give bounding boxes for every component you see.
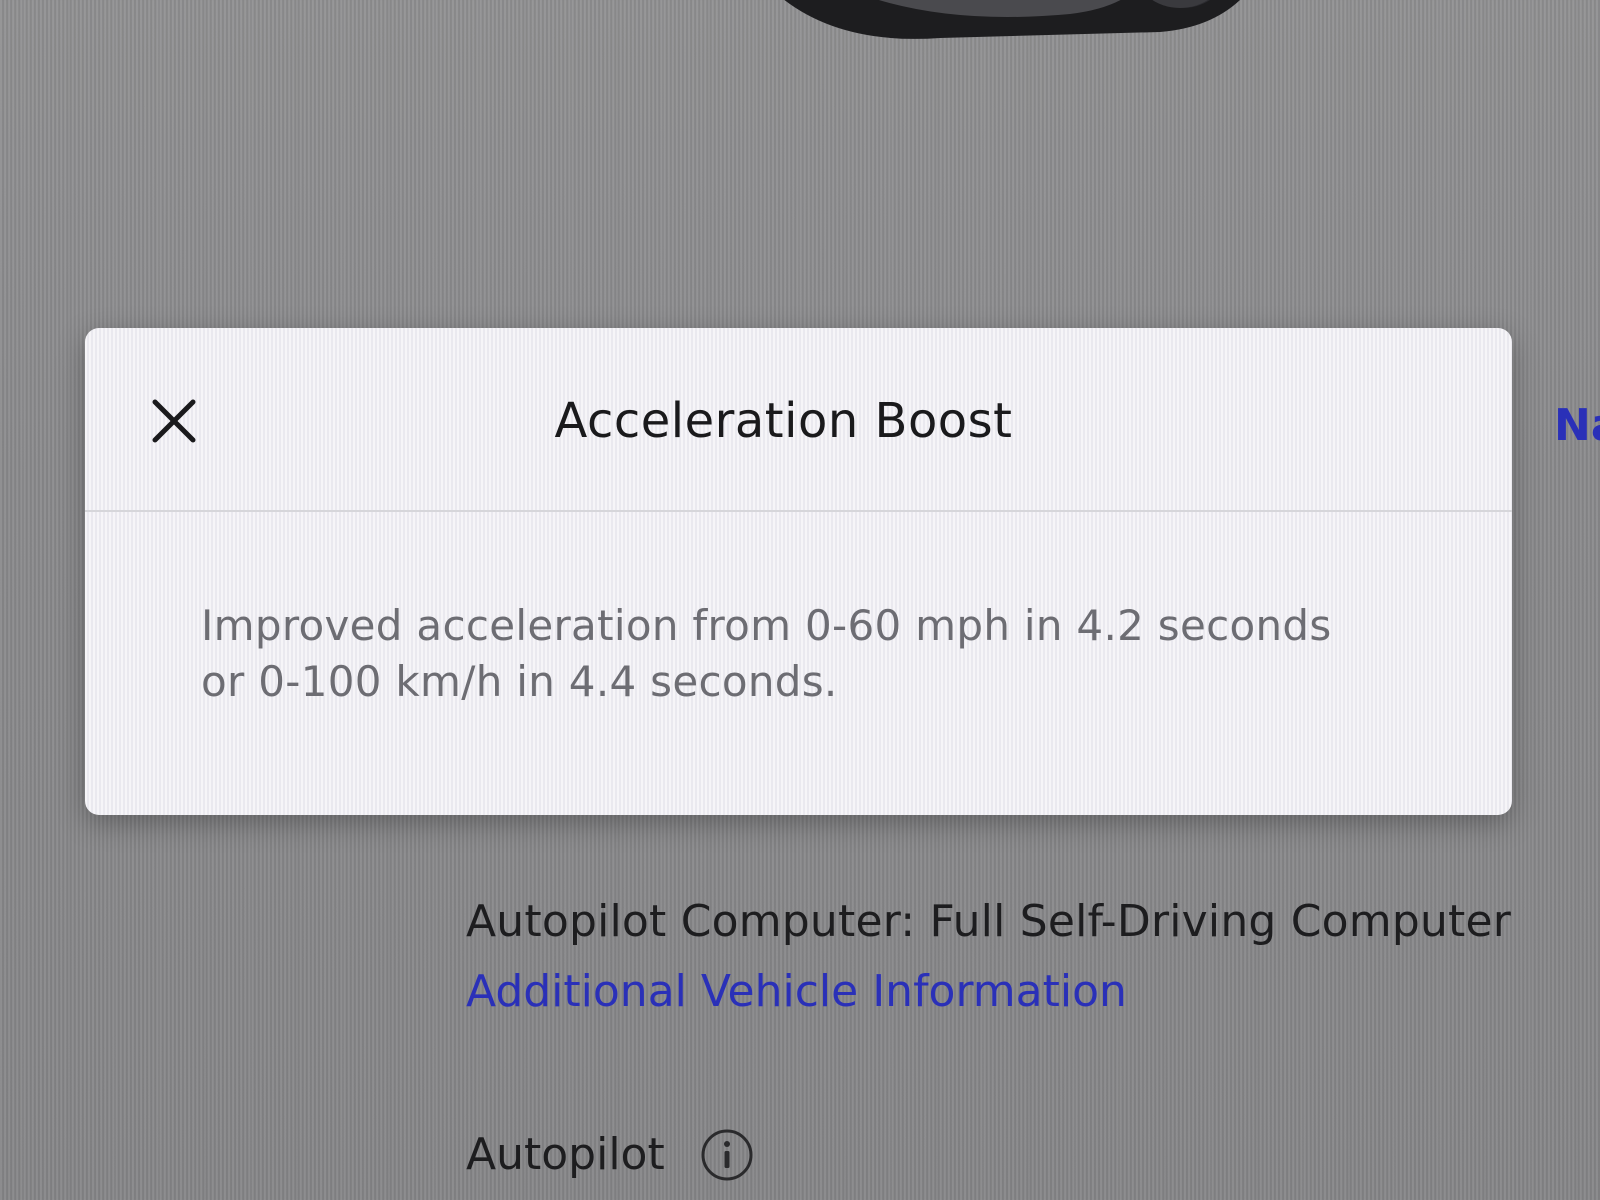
modal-title: Acceleration Boost <box>554 393 1013 449</box>
modal-description-line-1: Improved acceleration from 0-60 mph in 4… <box>201 601 1332 650</box>
modal-description-line-2: or 0-100 km/h in 4.4 seconds. <box>201 657 838 706</box>
modal-description: Improved acceleration from 0-60 mph in 4… <box>201 598 1431 710</box>
right-edge-link[interactable]: Na <box>1554 396 1600 456</box>
modal-header: Acceleration Boost <box>85 328 1512 512</box>
vehicle-info-section: Autopilot Computer: Full Self-Driving Co… <box>466 890 1600 1022</box>
autopilot-label: Autopilot <box>466 1129 665 1180</box>
acceleration-boost-modal: Acceleration Boost Improved acceleration… <box>85 328 1512 815</box>
additional-vehicle-information-link[interactable]: Additional Vehicle Information <box>466 962 1600 1022</box>
vehicle-image <box>784 0 1240 39</box>
autopilot-computer-text: Autopilot Computer: Full Self-Driving Co… <box>466 896 1512 947</box>
info-icon[interactable] <box>699 1127 755 1183</box>
autopilot-row: Autopilot <box>466 1125 755 1185</box>
